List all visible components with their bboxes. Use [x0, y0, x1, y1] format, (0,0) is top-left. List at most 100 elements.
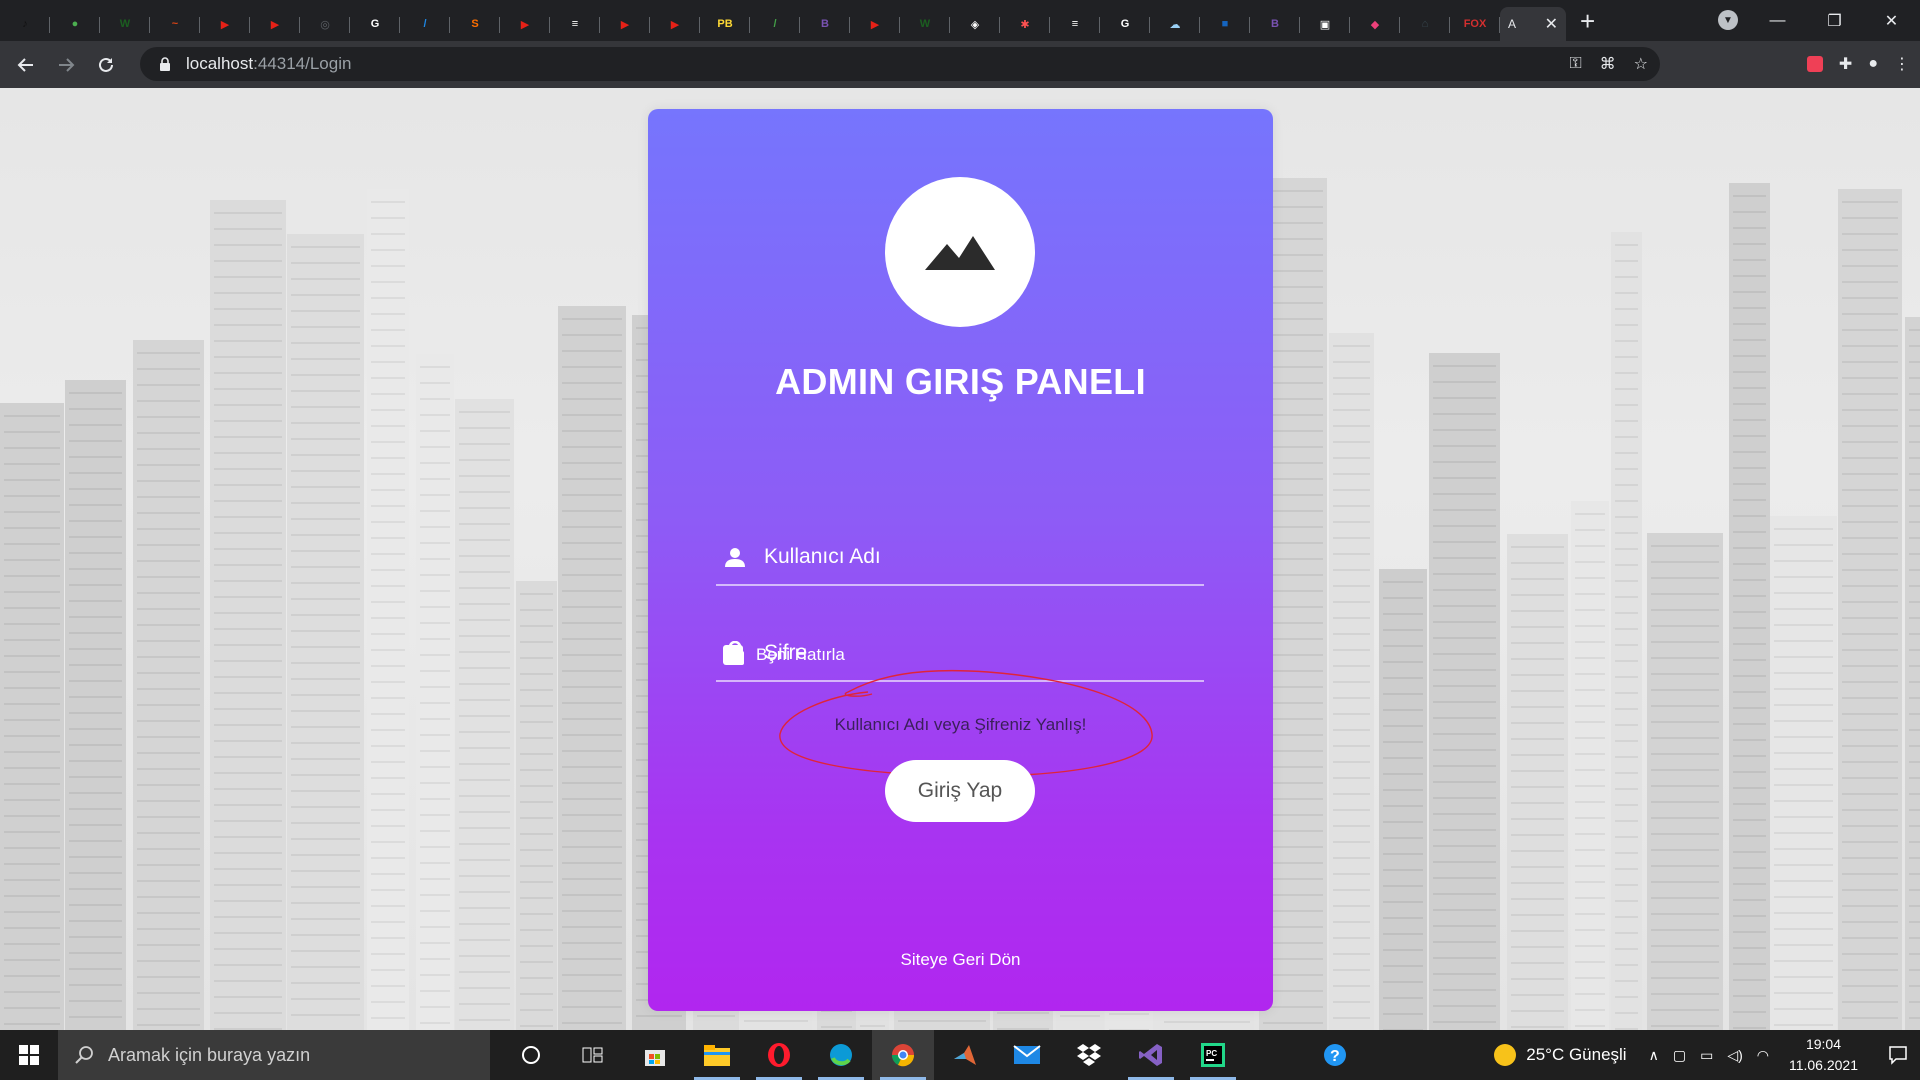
taskbar-search[interactable]: Aramak için buraya yazın — [58, 1030, 490, 1080]
browser-tab[interactable]: W — [100, 7, 150, 41]
new-tab-button[interactable]: + — [1580, 6, 1595, 37]
svg-text:PC: PC — [1206, 1049, 1217, 1058]
pocket-icon[interactable] — [1806, 56, 1823, 72]
volume-icon[interactable]: ◁) — [1727, 1047, 1742, 1064]
browser-tab[interactable]: ▶ — [850, 7, 900, 41]
browser-tab[interactable]: ▶ — [500, 7, 550, 41]
matlab-icon[interactable] — [934, 1030, 996, 1080]
cortana-icon[interactable] — [500, 1030, 562, 1080]
tab-close-icon[interactable]: ✕ — [1545, 14, 1558, 34]
browser-tab[interactable]: PB — [700, 7, 750, 41]
tab-search-icon[interactable]: ▼ — [1718, 10, 1738, 30]
skyline-window-row — [1909, 953, 1920, 955]
browser-tab[interactable]: G — [1100, 7, 1150, 41]
skyline-window-row — [1733, 963, 1766, 965]
browser-tab-active[interactable]: A ✕ — [1500, 7, 1566, 41]
chrome-icon[interactable] — [872, 1030, 934, 1080]
minimize-button[interactable]: — — [1749, 0, 1806, 41]
skyline-window-row — [1433, 461, 1496, 463]
browser-tab[interactable]: ▣ — [1300, 7, 1350, 41]
browser-tab[interactable]: ▶ — [600, 7, 650, 41]
skyline-window-row — [214, 980, 282, 982]
browser-tab[interactable]: ◈ — [950, 7, 1000, 41]
username-input[interactable] — [762, 543, 1204, 570]
browser-tab[interactable]: ~ — [150, 7, 200, 41]
browser-tab[interactable]: ▶ — [200, 7, 250, 41]
start-button[interactable] — [0, 1030, 58, 1080]
lock-icon[interactable] — [154, 57, 176, 71]
store-icon[interactable] — [624, 1030, 686, 1080]
globe-icon: ◎ — [320, 18, 330, 31]
skyline-window-row — [1733, 979, 1766, 981]
login-button[interactable]: Giriş Yap — [885, 760, 1035, 822]
meet-now-icon[interactable]: ▢ — [1673, 1047, 1686, 1064]
puzzle-extensions-icon[interactable]: ✚ — [1839, 54, 1852, 74]
file-explorer-icon[interactable] — [686, 1030, 748, 1080]
browser-tab[interactable]: ⌂ — [1400, 7, 1450, 41]
remember-me-checkbox[interactable] — [723, 645, 743, 665]
browser-tab[interactable]: ■ — [1200, 7, 1250, 41]
browser-tab[interactable]: ▶ — [250, 7, 300, 41]
skyline-window-row — [1511, 642, 1564, 644]
skyline-window-row — [1333, 1017, 1370, 1019]
browser-tab[interactable]: ◆ — [1350, 7, 1400, 41]
wifi-icon[interactable]: ◠ — [1757, 1047, 1769, 1064]
back-to-site-link[interactable]: Siteye Geri Dön — [648, 950, 1273, 970]
battery-icon[interactable]: ▭ — [1700, 1047, 1713, 1064]
skyline-window-row — [1164, 1021, 1250, 1023]
menu-kebab-icon[interactable]: ⋮ — [1894, 54, 1910, 74]
skyline-window-row — [420, 702, 450, 704]
browser-tab[interactable]: ♪ — [0, 7, 50, 41]
skyline-window-row — [1651, 721, 1719, 723]
close-window-button[interactable]: ✕ — [1863, 0, 1920, 41]
key-icon[interactable]: ⚿ — [1569, 55, 1581, 73]
skyline-window-row — [420, 750, 450, 752]
skyline-window-row — [1433, 413, 1496, 415]
skyline-window-row — [562, 910, 622, 912]
forward-button[interactable] — [46, 45, 86, 85]
maximize-button[interactable]: ❐ — [1806, 0, 1863, 41]
translate-icon[interactable]: ⌘ — [1600, 54, 1616, 74]
back-button[interactable] — [6, 45, 46, 85]
browser-tab[interactable]: ▶ — [650, 7, 700, 41]
browser-tab[interactable]: ✱ — [1000, 7, 1050, 41]
browser-tab[interactable]: W — [900, 7, 950, 41]
edge-icon[interactable] — [810, 1030, 872, 1080]
opera-icon[interactable] — [748, 1030, 810, 1080]
browser-tab[interactable]: ☁ — [1150, 7, 1200, 41]
weather-widget[interactable]: 25°C Güneşli — [1494, 1044, 1627, 1066]
page-title: ADMIN GIRIŞ PANELI — [775, 361, 1146, 402]
browser-tab[interactable]: FOX — [1450, 7, 1500, 41]
browser-tab[interactable]: S — [450, 7, 500, 41]
skyline-window-row — [1615, 708, 1638, 710]
browser-tab[interactable]: ≡ — [550, 7, 600, 41]
dropbox-icon[interactable] — [1058, 1030, 1120, 1080]
task-view-icon[interactable] — [562, 1030, 624, 1080]
browser-tab[interactable]: ● — [50, 7, 100, 41]
browser-tab[interactable]: G — [350, 7, 400, 41]
mail-icon[interactable] — [996, 1030, 1058, 1080]
browser-tab[interactable]: B — [800, 7, 850, 41]
browser-tab[interactable]: B — [1250, 7, 1300, 41]
pycharm-icon[interactable]: PC — [1182, 1030, 1244, 1080]
reload-button[interactable] — [86, 45, 126, 85]
browser-tab[interactable]: / — [400, 7, 450, 41]
browser-tab[interactable]: ≡ — [1050, 7, 1100, 41]
skyline-window-row — [137, 608, 200, 610]
address-bar[interactable]: localhost:44314/Login ⚿ ⌘ ☆ — [140, 47, 1660, 81]
skyline-window-row — [1733, 995, 1766, 997]
visual-studio-icon[interactable] — [1120, 1030, 1182, 1080]
profile-icon[interactable]: ● — [1868, 55, 1878, 73]
clock[interactable]: 19:04 11.06.2021 — [1789, 1034, 1858, 1076]
skyline-window-row — [562, 542, 622, 544]
skyline-window-row — [1842, 777, 1898, 779]
url-text[interactable]: localhost:44314/Login — [186, 54, 351, 74]
bookmark-star-icon[interactable]: ☆ — [1634, 54, 1648, 74]
help-icon[interactable]: ? — [1304, 1030, 1366, 1080]
notifications-icon[interactable] — [1876, 1045, 1920, 1065]
browser-tab[interactable]: / — [750, 7, 800, 41]
skyline-window-row — [291, 246, 360, 248]
skyline-window-row — [1615, 564, 1638, 566]
chevron-up-icon[interactable]: ∧ — [1649, 1047, 1659, 1064]
browser-tab[interactable]: ◎ — [300, 7, 350, 41]
